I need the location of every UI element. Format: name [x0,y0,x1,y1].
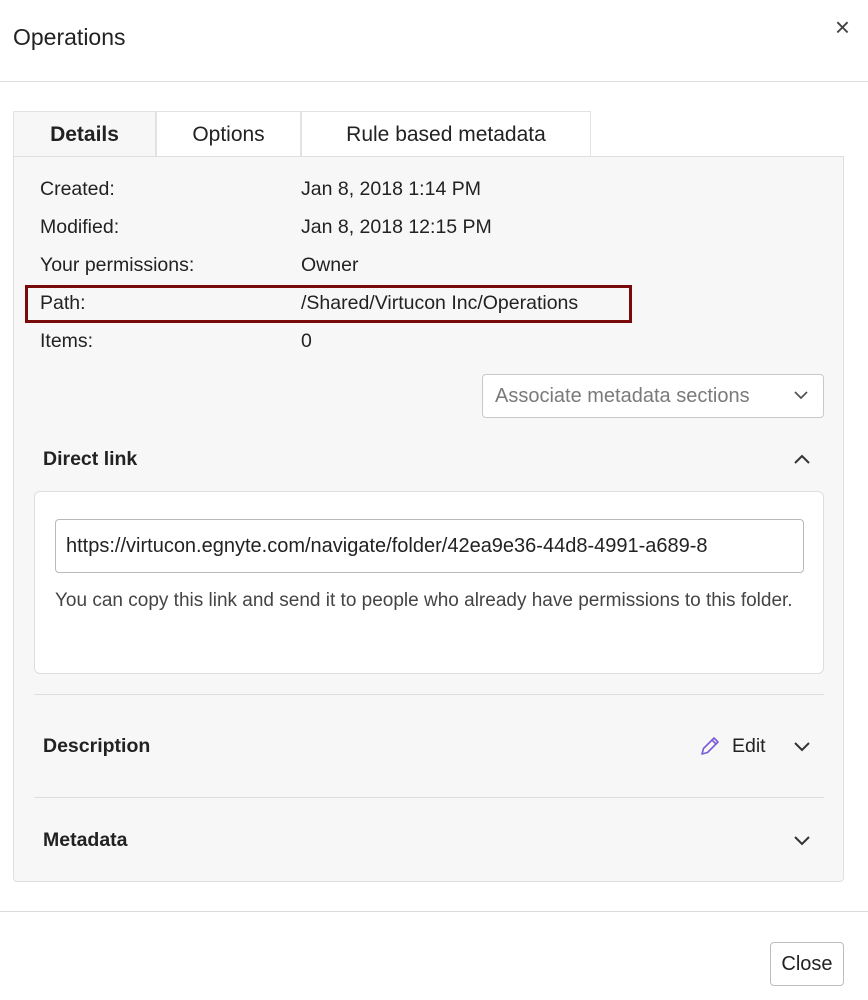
chevron-up-icon[interactable] [792,449,812,469]
dialog-footer: Close [0,911,868,1000]
dialog-header: Operations × [0,0,868,82]
tab-rule-based-metadata[interactable]: Rule based metadata [301,111,591,157]
tab-bar: Details Options Rule based metadata [13,111,591,157]
direct-link-hint: You can copy this link and send it to pe… [55,590,793,611]
chevron-down-icon [794,391,808,400]
direct-link-box: You can copy this link and send it to pe… [34,491,824,674]
modified-label: Modified: [40,216,120,238]
permissions-label: Your permissions: [40,254,195,276]
direct-link-input[interactable] [55,519,804,573]
edit-description-button[interactable]: Edit [698,734,766,758]
associate-metadata-dropdown[interactable]: Associate metadata sections [482,374,824,418]
created-label: Created: [40,178,115,200]
dialog-title: Operations [13,24,126,50]
path-highlight-box [25,285,632,323]
chevron-down-icon[interactable] [792,737,812,757]
modified-value: Jan 8, 2018 12:15 PM [301,216,492,238]
divider [34,694,824,695]
created-value: Jan 8, 2018 1:14 PM [301,178,481,200]
direct-link-title: Direct link [43,448,138,470]
divider [34,797,824,798]
pencil-icon [701,737,719,755]
items-value: 0 [301,330,312,352]
tab-details[interactable]: Details [13,111,156,157]
items-label: Items: [40,330,94,352]
associate-metadata-label: Associate metadata sections [495,384,750,407]
tab-options[interactable]: Options [156,111,301,157]
edit-label: Edit [732,734,766,757]
permissions-value: Owner [301,254,359,276]
metadata-title: Metadata [43,829,128,851]
details-panel: Created: Jan 8, 2018 1:14 PM Modified: J… [13,156,844,882]
chevron-down-icon[interactable] [792,831,812,851]
description-title: Description [43,735,151,757]
close-button[interactable]: Close [770,942,844,986]
close-icon[interactable]: × [835,14,850,40]
